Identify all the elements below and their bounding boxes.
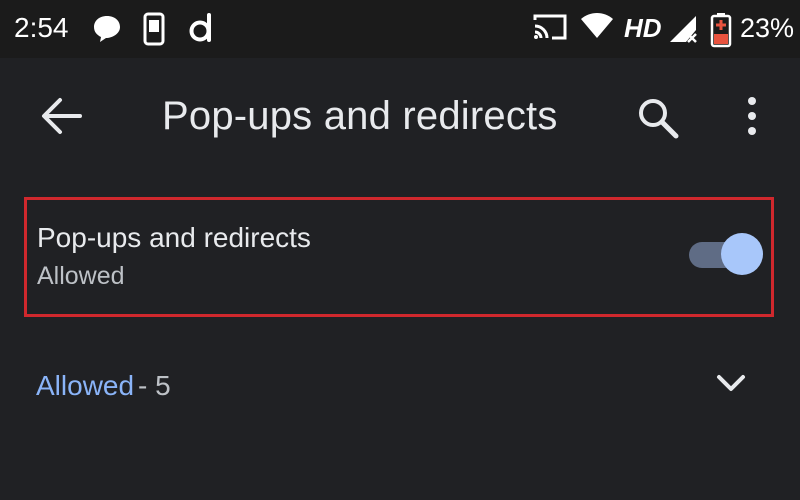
allowed-label: Allowed: [36, 370, 135, 401]
battery-percent: 23%: [740, 13, 795, 43]
setting-title: Pop-ups and redirects: [37, 222, 311, 253]
d-app-icon: [189, 13, 211, 42]
chevron-down-icon[interactable]: [716, 372, 746, 394]
cast-icon: [533, 14, 567, 40]
page-title: Pop-ups and redirects: [162, 94, 558, 138]
setting-subtitle: Allowed: [37, 262, 125, 290]
battery-icon: [710, 13, 732, 48]
arrow-left-icon[interactable]: [40, 96, 84, 136]
signal-icon: [670, 16, 697, 43]
allowed-count: - 5: [138, 370, 171, 401]
more-vertical-icon[interactable]: [740, 94, 764, 138]
search-icon[interactable]: [636, 96, 680, 140]
app-bar: Pop-ups and redirects: [0, 58, 800, 176]
network-type: HD: [624, 13, 662, 43]
status-time: 2:54: [14, 12, 69, 43]
phone-device-icon: [143, 12, 165, 46]
popups-toggle-switch[interactable]: [689, 230, 763, 278]
status-bar: 2:54 HD 23%: [0, 0, 800, 58]
allowed-section-header[interactable]: Allowed - 5: [0, 350, 800, 420]
toggle-thumb: [721, 233, 763, 275]
popups-redirects-setting-row[interactable]: Pop-ups and redirects Allowed: [24, 197, 774, 317]
chat-bubble-icon: [94, 16, 120, 42]
wifi-icon: [581, 13, 613, 38]
